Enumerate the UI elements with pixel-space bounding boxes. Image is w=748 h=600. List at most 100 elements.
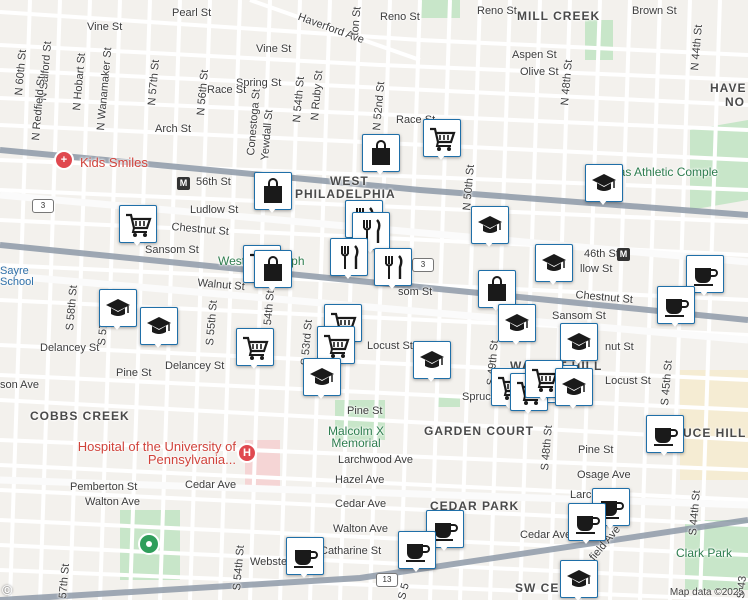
- park-pin-icon[interactable]: [138, 533, 160, 555]
- poi-marker-pointer: [411, 566, 421, 572]
- poi-marker-coffee[interactable]: [646, 415, 684, 456]
- poi-marker-pointer: [375, 169, 385, 175]
- poi-marker-shopping-cart[interactable]: [423, 119, 461, 160]
- poi-marker-pointer: [573, 595, 583, 600]
- street-label: Pemberton St: [70, 481, 138, 493]
- street-label: Walton Ave: [333, 523, 389, 535]
- poi-marker-restaurant[interactable]: [330, 238, 368, 279]
- poi-marker-graduation-cap[interactable]: [413, 341, 451, 382]
- neighborhood-label: MILL CREEK: [517, 9, 601, 23]
- street-label: Vine St: [256, 43, 292, 55]
- street-label: Race St: [207, 84, 247, 96]
- poi-marker-pointer: [299, 572, 309, 578]
- street-label: Larc: [570, 489, 592, 501]
- street-label: nut St: [605, 341, 634, 353]
- poi-marker-box: [362, 134, 400, 172]
- poi-marker-box: [286, 537, 324, 575]
- poi-marker-box: [140, 307, 178, 345]
- street-label: Delancey St: [40, 342, 100, 354]
- poi-marker-graduation-cap[interactable]: [555, 368, 593, 409]
- poi-marker-shopping-bag[interactable]: [254, 250, 292, 291]
- street-label: Aspen St: [512, 49, 557, 61]
- poi-marker-pointer: [659, 450, 669, 456]
- poi-marker-pointer: [598, 199, 608, 205]
- poi-marker-box: [568, 503, 606, 541]
- neighborhood-label: PHILADELPHIA: [295, 187, 396, 201]
- poi-marker-pointer: [153, 342, 163, 348]
- poi-marker-shopping-bag[interactable]: [254, 172, 292, 213]
- station-label: 46th St: [584, 248, 619, 260]
- poi-marker-coffee[interactable]: [568, 503, 606, 544]
- poi-marker-graduation-cap[interactable]: [535, 244, 573, 285]
- street-label: Spruc: [462, 391, 491, 403]
- hospital-icon[interactable]: H: [237, 443, 257, 463]
- map-attribution[interactable]: Map data ©2025: [670, 587, 744, 598]
- poi-marker-graduation-cap[interactable]: [471, 206, 509, 247]
- place-label-hospital[interactable]: Hospital of the University of Pennsylvan…: [70, 440, 236, 466]
- poi-marker-box: [398, 531, 436, 569]
- poi-marker-box: [657, 286, 695, 324]
- place-label-kids-smiles[interactable]: Kids Smiles: [80, 156, 148, 169]
- street-label: Arch St: [155, 123, 192, 135]
- poi-marker-box: [471, 206, 509, 244]
- poi-marker-coffee[interactable]: [657, 286, 695, 327]
- street-label: Delancey St: [165, 360, 225, 372]
- poi-marker-pointer: [249, 363, 259, 369]
- poi-marker-pointer: [568, 403, 578, 409]
- street-label: Pine St: [578, 444, 614, 456]
- street-label: Cedar Ave: [185, 479, 237, 491]
- medical-landmark-icon[interactable]: +: [54, 150, 74, 170]
- poi-marker-pointer: [316, 393, 326, 399]
- street-label: Catharine St: [320, 545, 382, 557]
- poi-marker-box: [254, 172, 292, 210]
- place-label-athletic[interactable]: das Athletic Comple: [612, 166, 718, 178]
- poi-marker-box: [555, 368, 593, 406]
- poi-marker-graduation-cap[interactable]: [140, 307, 178, 348]
- neighborhood-label: UCE HILL: [683, 426, 747, 440]
- poi-marker-pointer: [267, 207, 277, 213]
- poi-marker-pointer: [426, 376, 436, 382]
- poi-marker-graduation-cap[interactable]: [498, 304, 536, 345]
- poi-marker-pointer: [267, 285, 277, 291]
- poi-marker-coffee[interactable]: [286, 537, 324, 578]
- poi-marker-pointer: [699, 290, 709, 296]
- place-label-clark-park[interactable]: Clark Park: [676, 547, 732, 559]
- poi-marker-box: [478, 270, 516, 308]
- street-label: Ludlow St: [190, 204, 239, 216]
- neighborhood-label: WEST: [330, 174, 369, 188]
- map-canvas[interactable]: Vine St Vine St Pearl St Haverford Ave R…: [0, 0, 748, 600]
- poi-marker-pointer: [523, 408, 533, 414]
- poi-marker-shopping-cart[interactable]: [236, 328, 274, 369]
- street-label: Olive St: [520, 66, 559, 78]
- poi-marker-pointer: [439, 545, 449, 551]
- street-label: Webste: [250, 556, 288, 568]
- poi-marker-restaurant[interactable]: [374, 248, 412, 289]
- poi-marker-pointer: [548, 279, 558, 285]
- poi-marker-graduation-cap[interactable]: [303, 358, 341, 399]
- poi-marker-graduation-cap[interactable]: [560, 323, 598, 364]
- poi-marker-shopping-bag[interactable]: [362, 134, 400, 175]
- poi-marker-box: [236, 328, 274, 366]
- poi-marker-pointer: [538, 395, 548, 401]
- metro-station-icon[interactable]: M: [617, 248, 630, 261]
- poi-marker-box: [99, 289, 137, 327]
- poi-marker-coffee[interactable]: [398, 531, 436, 572]
- place-label-malcolm-x[interactable]: Malcolm X Memorial: [322, 425, 390, 449]
- poi-marker-graduation-cap[interactable]: [560, 560, 598, 600]
- neighborhood-label: GARDEN COURT: [424, 424, 534, 438]
- street-label: Vine St: [87, 21, 123, 33]
- poi-marker-box: [560, 560, 598, 598]
- place-label-sayre[interactable]: Sayre School: [0, 266, 36, 288]
- poi-marker-shopping-cart[interactable]: [119, 205, 157, 246]
- metro-station-icon[interactable]: M: [177, 177, 190, 190]
- poi-marker-graduation-cap[interactable]: [585, 164, 623, 205]
- poi-marker-box: [560, 323, 598, 361]
- poi-marker-pointer: [511, 339, 521, 345]
- poi-marker-box: [646, 415, 684, 453]
- poi-marker-box: [498, 304, 536, 342]
- street-label: son Ave: [0, 379, 39, 391]
- street-label: Locust St: [605, 375, 651, 387]
- route-shield: 3: [32, 199, 54, 213]
- poi-marker-pointer: [670, 321, 680, 327]
- poi-marker-graduation-cap[interactable]: [99, 289, 137, 330]
